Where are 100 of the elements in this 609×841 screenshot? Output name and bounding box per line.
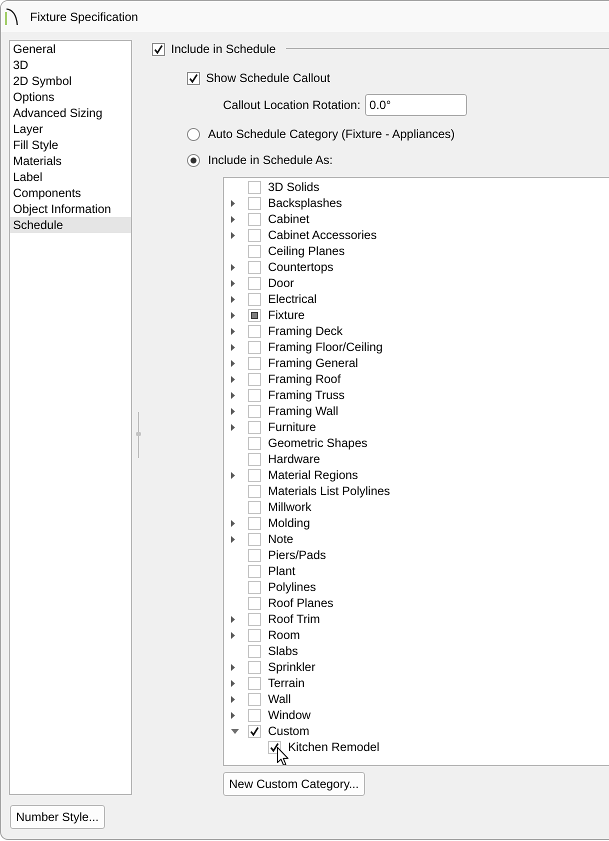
category-label[interactable]: Plant — [268, 563, 296, 579]
category-label[interactable]: Custom — [268, 723, 310, 739]
category-label[interactable]: Door — [268, 275, 294, 291]
caret-right-icon[interactable] — [231, 344, 235, 350]
category-label[interactable]: Hardware — [268, 451, 320, 467]
checkbox[interactable] — [248, 660, 261, 674]
checkbox[interactable] — [248, 340, 261, 354]
caret-right-icon[interactable] — [231, 472, 235, 478]
category-label[interactable]: Wall — [268, 691, 291, 707]
caret-right-icon[interactable] — [231, 376, 235, 382]
category-label[interactable]: Room — [268, 627, 300, 643]
sidebar-item[interactable]: Options — [10, 89, 131, 105]
checkbox[interactable] — [248, 356, 261, 370]
checkbox[interactable] — [248, 228, 261, 242]
category-label[interactable]: Materials List Polylines — [268, 483, 390, 499]
sidebar-item[interactable]: Object Information — [10, 201, 131, 217]
category-label[interactable]: Note — [268, 531, 294, 547]
caret-right-icon[interactable] — [231, 632, 235, 638]
caret-right-icon[interactable] — [231, 696, 235, 702]
category-label[interactable]: Kitchen Remodel — [288, 739, 380, 755]
caret-right-icon[interactable] — [231, 392, 235, 398]
caret-right-icon[interactable] — [231, 280, 235, 286]
category-label[interactable]: Framing Wall — [268, 403, 338, 419]
checkbox[interactable] — [248, 180, 261, 194]
category-label[interactable]: Cabinet Accessories — [268, 227, 377, 243]
category-label[interactable]: Framing Deck — [268, 323, 343, 339]
checkbox[interactable] — [248, 260, 261, 274]
radio-label[interactable]: Auto Schedule Category (Fixture - Appliances) — [208, 126, 455, 142]
radio-label[interactable]: Include in Schedule As: — [208, 152, 333, 168]
category-label[interactable]: Roof Trim — [268, 611, 320, 627]
category-label[interactable]: Cabinet — [268, 211, 310, 227]
new-category-button[interactable]: New Custom Category... — [223, 772, 365, 796]
splitter-handle[interactable] — [136, 412, 141, 458]
category-label[interactable]: Sprinkler — [268, 659, 316, 675]
caret-right-icon[interactable] — [231, 712, 235, 718]
number-style-button[interactable]: Number Style... — [10, 805, 105, 829]
checkbox[interactable] — [248, 292, 261, 306]
sidebar-item[interactable]: Advanced Sizing — [10, 105, 131, 121]
checkbox[interactable] — [248, 692, 261, 706]
checkbox[interactable] — [248, 676, 261, 690]
caret-right-icon[interactable] — [231, 616, 235, 622]
sidebar-item[interactable]: 3D — [10, 57, 131, 73]
sidebar-item[interactable]: Layer — [10, 121, 131, 137]
caret-right-icon[interactable] — [231, 296, 235, 302]
category-label[interactable]: Framing Truss — [268, 387, 345, 403]
checkbox[interactable] — [248, 244, 261, 258]
checkbox[interactable] — [152, 42, 165, 56]
checkbox-label[interactable]: Include in Schedule — [171, 41, 276, 57]
checkbox[interactable] — [248, 452, 261, 466]
category-label[interactable]: Countertops — [268, 259, 334, 275]
sidebar-item[interactable]: Label — [10, 169, 131, 185]
category-label[interactable]: Terrain — [268, 675, 305, 691]
caret-right-icon[interactable] — [231, 264, 235, 270]
checkbox[interactable] — [248, 308, 261, 322]
caret-right-icon[interactable] — [231, 312, 235, 318]
checkbox[interactable] — [248, 532, 261, 546]
radio-button[interactable] — [187, 154, 200, 166]
checkbox-label[interactable]: Show Schedule Callout — [206, 70, 330, 86]
checkbox[interactable] — [248, 324, 261, 338]
rotation-field[interactable]: 0.0° — [365, 94, 468, 116]
caret-right-icon[interactable] — [231, 680, 235, 686]
sidebar-item[interactable]: 2D Symbol — [10, 73, 131, 89]
category-label[interactable]: Framing General — [268, 355, 358, 371]
checkbox[interactable] — [248, 612, 261, 626]
category-label[interactable]: Slabs — [268, 643, 298, 659]
checkbox[interactable] — [248, 212, 261, 226]
caret-right-icon[interactable] — [231, 424, 235, 430]
caret-right-icon[interactable] — [231, 520, 235, 526]
category-label[interactable]: Material Regions — [268, 467, 358, 483]
category-label[interactable]: Electrical — [268, 291, 317, 307]
category-label[interactable]: Window — [268, 707, 311, 723]
caret-right-icon[interactable] — [231, 232, 235, 238]
checkbox[interactable] — [248, 404, 261, 418]
caret-right-icon[interactable] — [231, 664, 235, 670]
category-label[interactable]: Molding — [268, 515, 310, 531]
checkbox[interactable] — [248, 468, 261, 482]
category-label[interactable]: Ceiling Planes — [268, 243, 345, 259]
checkbox[interactable] — [248, 564, 261, 578]
category-label[interactable]: Geometric Shapes — [268, 435, 368, 451]
checkbox[interactable] — [248, 436, 261, 450]
caret-down-icon[interactable] — [231, 728, 239, 734]
caret-right-icon[interactable] — [231, 200, 235, 206]
sidebar-item[interactable]: Components — [10, 185, 131, 201]
checkbox[interactable] — [248, 580, 261, 594]
checkbox[interactable] — [268, 740, 281, 754]
checkbox[interactable] — [248, 708, 261, 722]
checkbox[interactable] — [248, 724, 261, 738]
category-label[interactable]: Framing Roof — [268, 371, 341, 387]
sidebar-item[interactable]: Fill Style — [10, 137, 131, 153]
checkbox[interactable] — [248, 596, 261, 610]
checkbox[interactable] — [248, 196, 261, 210]
sidebar-item[interactable]: Schedule — [10, 217, 131, 233]
category-label[interactable]: Framing Floor/Ceiling — [268, 339, 383, 355]
category-label[interactable]: Polylines — [268, 579, 316, 595]
caret-right-icon[interactable] — [231, 328, 235, 334]
checkbox[interactable] — [248, 548, 261, 562]
checkbox[interactable] — [248, 500, 261, 514]
checkbox[interactable] — [248, 276, 261, 290]
checkbox[interactable] — [248, 372, 261, 386]
caret-right-icon[interactable] — [231, 408, 235, 414]
